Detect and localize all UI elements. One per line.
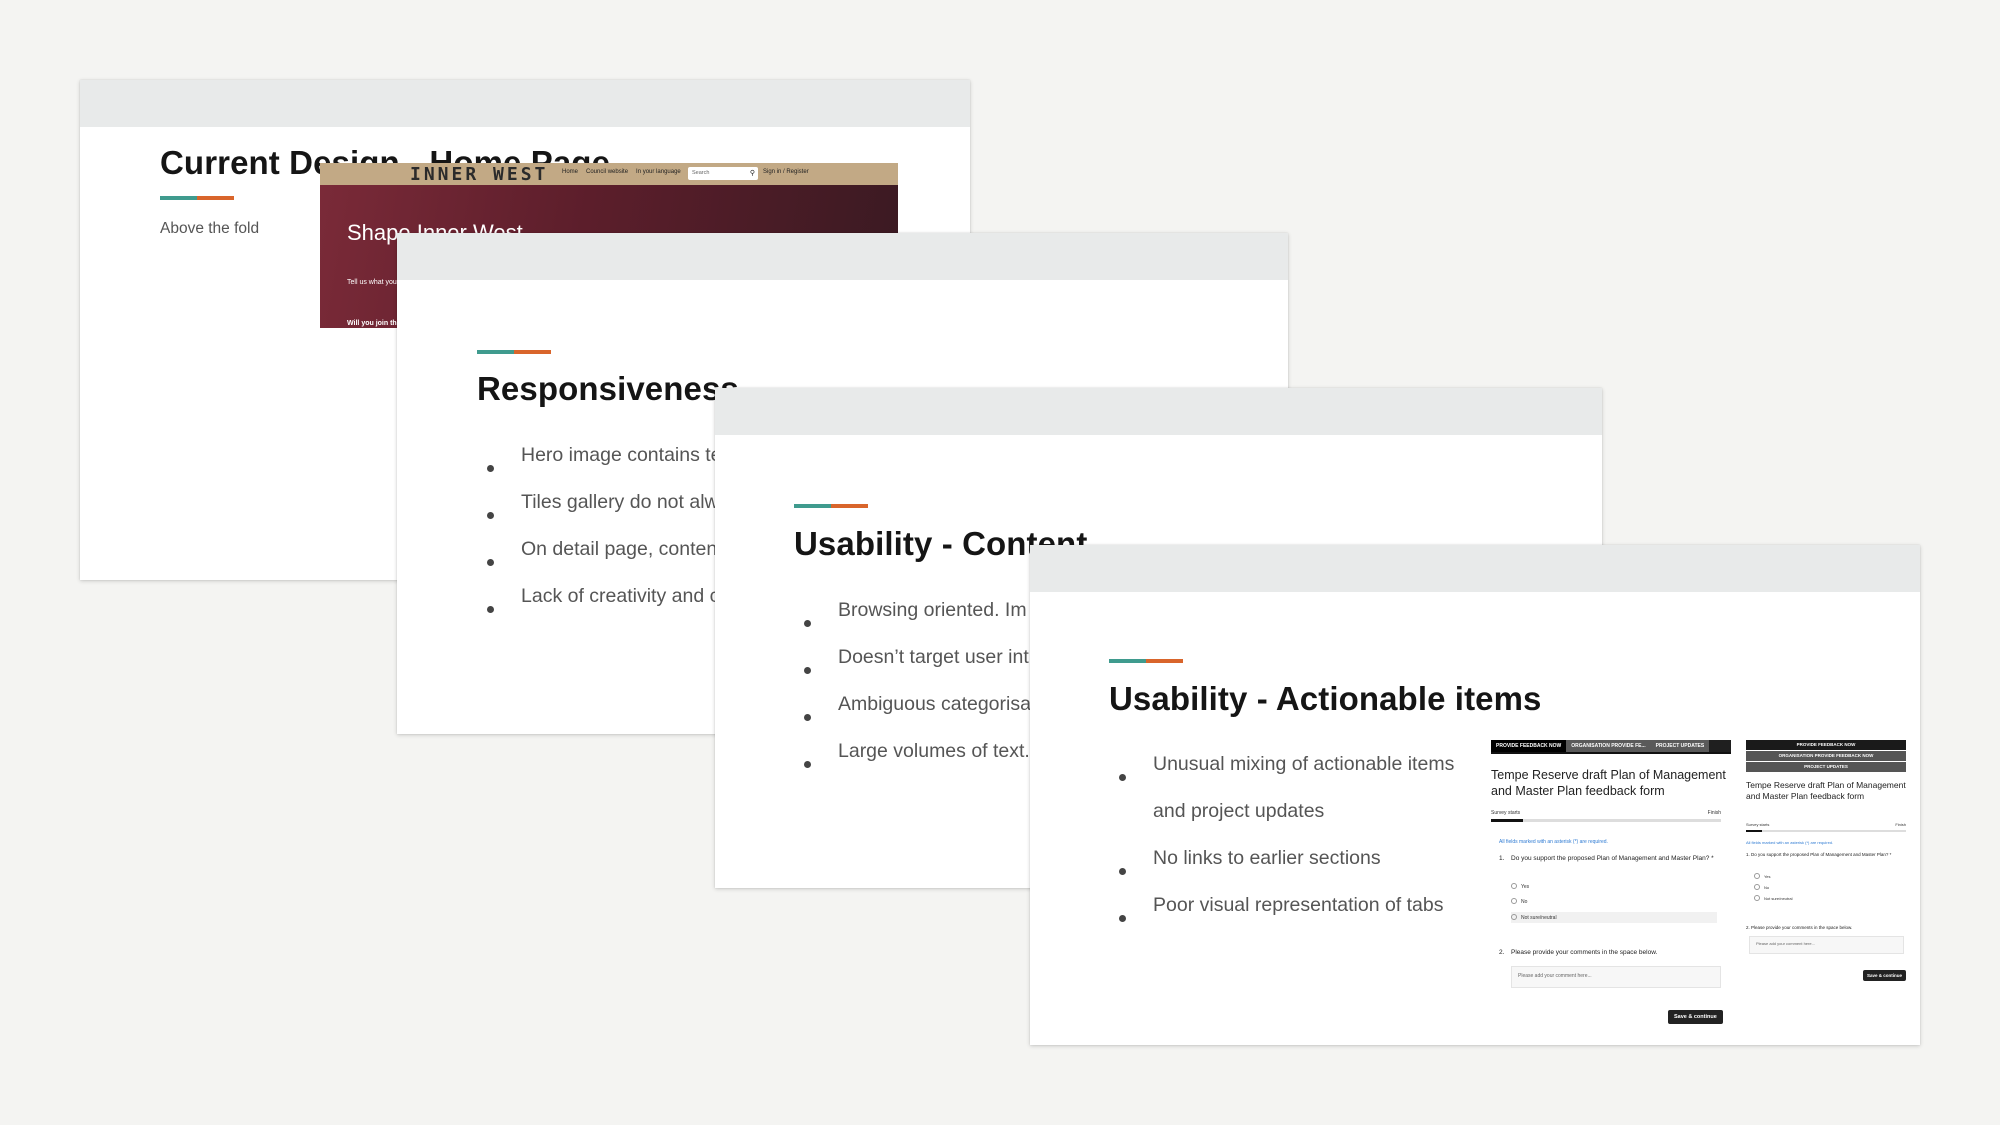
- required-note: All fields marked with an asterisk (*) a…: [1746, 840, 1834, 845]
- title-accent-bar: [1109, 659, 1183, 663]
- inner-west-logo: INNER WEST: [410, 164, 549, 185]
- bullet-item: Unusual mixing of actionable items: [1119, 753, 1454, 800]
- form-tab-bar: PROVIDE FEEDBACK NOW ORGANISATION PROVID…: [1491, 740, 1731, 754]
- question-2: Please provide your comments in the spac…: [1511, 949, 1658, 956]
- bullet-item: No links to earlier sections: [1119, 847, 1454, 894]
- save-continue-button[interactable]: Save & continue: [1668, 1010, 1723, 1024]
- bullet-item: Ambiguous categorisa: [804, 693, 1031, 740]
- mobile-feedback-form-screenshot: PROVIDE FEEDBACK NOW ORGANISATION PROVID…: [1746, 740, 1906, 990]
- tab-project-updates[interactable]: PROJECT UPDATES: [1650, 740, 1710, 752]
- bullet-item: Doesn’t target user int: [804, 646, 1031, 693]
- bullet-item: Poor visual representation of tabs: [1119, 894, 1454, 941]
- site-nav: Home Council website In your language: [562, 169, 681, 175]
- site-search-input[interactable]: Search ⚲: [688, 167, 758, 180]
- bullet-list: Browsing oriented. Im Doesn’t target use…: [804, 599, 1031, 787]
- tab-project-updates[interactable]: PROJECT UPDATES: [1746, 762, 1906, 772]
- slide-title: Usability - Actionable items: [1109, 680, 1542, 717]
- required-note: All fields marked with an asterisk (*) a…: [1499, 839, 1608, 845]
- tab-provide-feedback[interactable]: PROVIDE FEEDBACK NOW: [1746, 740, 1906, 750]
- slide-header-band: [715, 388, 1602, 435]
- slide-header-band: [397, 233, 1288, 280]
- progress-fill: [1491, 819, 1524, 822]
- above-the-fold-label: Above the fold: [160, 220, 260, 237]
- site-header: INNER WEST Home Council website In your …: [320, 163, 898, 185]
- slide-usability-actionable[interactable]: Usability - Actionable items Unusual mix…: [1030, 545, 1920, 1045]
- radio-option-yes[interactable]: Yes: [1754, 873, 1771, 879]
- title-accent-bar: [160, 196, 234, 200]
- save-continue-button[interactable]: Save & continue: [1862, 970, 1906, 981]
- radio-option-not-sure[interactable]: Not sure/neutral: [1754, 895, 1792, 901]
- form-title: Tempe Reserve draft Plan of Management a…: [1746, 780, 1906, 801]
- progress-start-label: Survey starts: [1491, 810, 1521, 816]
- question-1: 1. Do you support the proposed Plan of M…: [1746, 852, 1892, 857]
- comment-textarea[interactable]: Please add your comment here...: [1511, 966, 1721, 988]
- search-icon[interactable]: ⚲: [750, 169, 755, 177]
- tab-organisation-feedback[interactable]: ORGANISATION PROVIDE FEEDBACK NOW: [1746, 751, 1906, 761]
- radio-option-not-sure[interactable]: Not sure/neutral: [1511, 912, 1717, 923]
- form-title: Tempe Reserve draft Plan of Management a…: [1491, 768, 1726, 798]
- survey-progress-bar: [1491, 819, 1721, 822]
- tab-organisation-feedback[interactable]: ORGANISATION PROVIDE FE...: [1566, 740, 1651, 752]
- radio-option-yes[interactable]: Yes: [1511, 883, 1529, 890]
- nav-council-website[interactable]: Council website: [586, 169, 628, 175]
- title-accent-bar: [794, 504, 868, 508]
- progress-end-label: Finish: [1707, 810, 1721, 816]
- nav-in-your-language[interactable]: In your language: [636, 169, 681, 175]
- bullet-item: Large volumes of text.: [804, 740, 1031, 787]
- question-number: 2.: [1499, 949, 1505, 956]
- bullet-list: Unusual mixing of actionable items and p…: [1119, 753, 1454, 941]
- title-accent-bar: [477, 350, 551, 354]
- question-number: 1.: [1499, 855, 1505, 862]
- bullet-item: Browsing oriented. Im: [804, 599, 1031, 646]
- desktop-feedback-form-screenshot: PROVIDE FEEDBACK NOW ORGANISATION PROVID…: [1491, 740, 1731, 1030]
- slide-title: Responsiveness: [477, 370, 739, 407]
- progress-fill: [1746, 830, 1762, 832]
- sign-in-link[interactable]: Sign in / Register: [763, 169, 809, 175]
- progress-start-label: Survey starts: [1746, 822, 1770, 827]
- comment-textarea[interactable]: Please add your comment here...: [1749, 936, 1904, 954]
- question-1: Do you support the proposed Plan of Mana…: [1511, 855, 1714, 862]
- slide-header-band: [80, 80, 970, 127]
- bullet-continuation: and project updates: [1153, 800, 1325, 822]
- survey-progress-bar: [1746, 830, 1906, 832]
- slide-header-band: [1030, 545, 1920, 592]
- search-placeholder: Search: [692, 170, 710, 176]
- question-2: 2. Please provide your comments in the s…: [1746, 925, 1853, 930]
- progress-end-label: Finish: [1895, 822, 1906, 827]
- radio-option-no[interactable]: No: [1754, 884, 1769, 890]
- radio-option-no[interactable]: No: [1511, 898, 1527, 905]
- tab-provide-feedback[interactable]: PROVIDE FEEDBACK NOW: [1491, 740, 1567, 752]
- nav-home[interactable]: Home: [562, 169, 578, 175]
